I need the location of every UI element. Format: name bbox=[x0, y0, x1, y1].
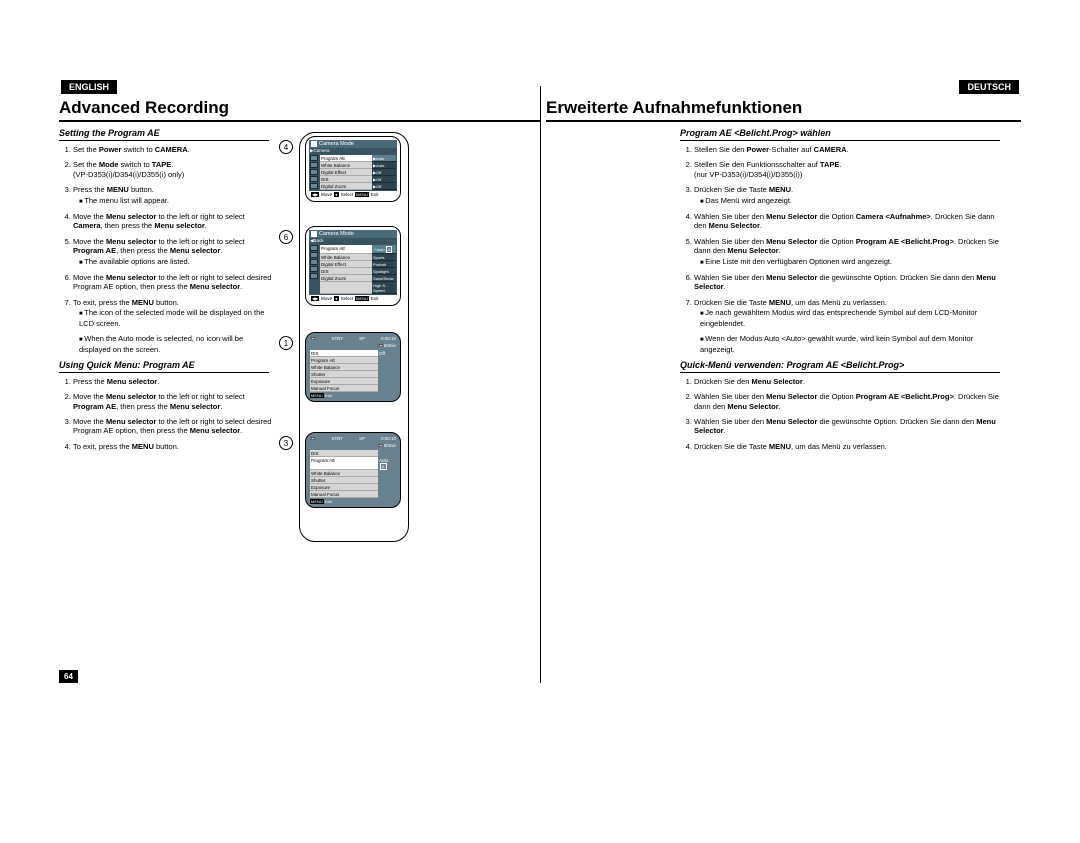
lcd-screenshot-quick3: 📼STBYSP0:00:10 📼 60min DIS Program AEAut… bbox=[305, 432, 401, 508]
section-setting-program-ae: Setting the Program AE bbox=[59, 128, 269, 141]
step: Wählen Sie über den Menu Selector die ge… bbox=[694, 417, 1004, 436]
step: Move the Menu selector to the left or ri… bbox=[73, 273, 273, 292]
step: Move the Menu selector to the left or ri… bbox=[73, 237, 273, 267]
step-marker-6-icon: 6 bbox=[279, 230, 293, 244]
lcd-screenshot-quick1: 📼STBYSP0:00:10 📼 60min DISOff Program AE… bbox=[305, 332, 401, 402]
step: To exit, press the MENU button. bbox=[73, 442, 273, 451]
step: Drücken Sie den Menu Selector. bbox=[694, 377, 1004, 386]
step: Wählen Sie über den Menu Selector die Op… bbox=[694, 392, 1004, 411]
step-marker-1-icon: 1 bbox=[279, 336, 293, 350]
step-marker-3-icon: 3 bbox=[279, 436, 293, 450]
step: Move the Menu selector to the left or ri… bbox=[73, 392, 273, 411]
manual-page: ENGLISH Advanced Recording Setting the P… bbox=[59, 80, 1021, 683]
section-quick-menu: Using Quick Menu: Program AE bbox=[59, 360, 269, 373]
step: Move the Menu selector to the left or ri… bbox=[73, 417, 273, 436]
step: Press the MENU button. The menu list wil… bbox=[73, 185, 273, 206]
lang-tag-english: ENGLISH bbox=[61, 80, 117, 94]
title-left: Advanced Recording bbox=[59, 98, 540, 122]
page-number: 64 bbox=[59, 670, 78, 683]
step: Drücken Sie die Taste MENU, um das Menü … bbox=[694, 442, 1004, 451]
lcd-screenshot-menu: Camera Mode ▶Camera Program AE▶Auto Whit… bbox=[305, 136, 401, 202]
title-right: Erweiterte Aufnahmefunktionen bbox=[546, 98, 1021, 122]
camera-icon bbox=[311, 231, 317, 237]
step: Set the Mode switch to TAPE.(VP-D353(i)/… bbox=[73, 160, 273, 179]
step: Stellen Sie den Power-Schalter auf CAMER… bbox=[694, 145, 1004, 154]
step: Drücken Sie die Taste MENU. Das Menü wir… bbox=[694, 185, 1004, 206]
step: To exit, press the MENU button. The icon… bbox=[73, 298, 273, 354]
steps-right-1: Stellen Sie den Power-Schalter auf CAMER… bbox=[694, 145, 1004, 354]
lang-tag-deutsch: DEUTSCH bbox=[959, 80, 1019, 94]
step: Drücken Sie die Taste MENU, um das Menü … bbox=[694, 298, 1004, 354]
step-marker-4-icon: 4 bbox=[279, 140, 293, 154]
lcd-screenshot-submenu: Camera Mode ◀Back Program AE✓AutoA White… bbox=[305, 226, 401, 306]
step: Wählen Sie über den Menu Selector die Op… bbox=[694, 237, 1004, 267]
step: Wählen Sie über den Menu Selector die ge… bbox=[694, 273, 1004, 292]
section-quick-menu-de: Quick-Menü verwenden: Program AE <Belich… bbox=[680, 360, 1000, 373]
right-column: DEUTSCH Erweiterte Aufnahmefunktionen Pr… bbox=[540, 80, 1021, 683]
steps-right-2: Drücken Sie den Menu Selector. Wählen Si… bbox=[694, 377, 1004, 451]
step: Stellen Sie den Funktionsschalter auf TA… bbox=[694, 160, 1004, 179]
section-program-ae-de: Program AE <Belicht.Prog> wählen bbox=[680, 128, 1000, 141]
steps-left-2: Press the Menu selector. Move the Menu s… bbox=[73, 377, 273, 451]
step: Set the Power switch to CAMERA. bbox=[73, 145, 273, 154]
steps-left-1: Set the Power switch to CAMERA. Set the … bbox=[73, 145, 273, 354]
step: Press the Menu selector. bbox=[73, 377, 273, 386]
camera-icon bbox=[311, 141, 317, 147]
left-column: ENGLISH Advanced Recording Setting the P… bbox=[59, 80, 540, 683]
step: Move the Menu selector to the left or ri… bbox=[73, 212, 273, 231]
step: Wählen Sie über den Menu Selector die Op… bbox=[694, 212, 1004, 231]
